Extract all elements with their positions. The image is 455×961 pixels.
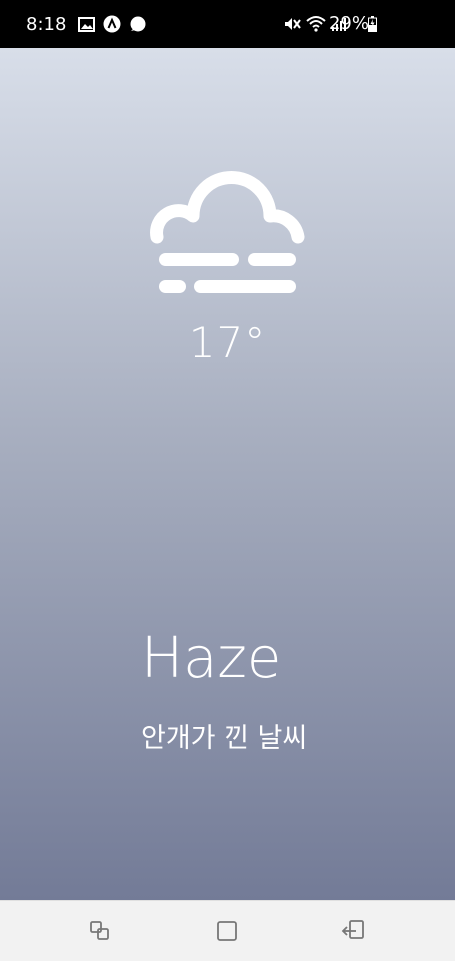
navigation-bar: [0, 900, 455, 961]
home-icon[interactable]: [211, 915, 243, 947]
vpn-icon: [103, 15, 121, 33]
temperature: 17°: [188, 318, 267, 367]
mute-icon: [283, 15, 301, 33]
status-left: 8:18: [26, 0, 146, 48]
recent-apps-icon[interactable]: [84, 915, 116, 947]
haze-cloud-icon: [150, 168, 305, 298]
gallery-icon: [78, 16, 96, 32]
battery-percentage: 29%: [328, 13, 369, 34]
wifi-icon: [306, 15, 326, 33]
weather-condition: Haze: [141, 626, 282, 691]
battery-charging-icon: [368, 0, 377, 48]
status-bar: 8:18 29%: [0, 0, 455, 48]
message-icon: [129, 16, 146, 33]
back-icon[interactable]: [338, 915, 370, 947]
weather-description: 안개가 낀 날씨: [141, 723, 308, 754]
weather-screen: 17° Haze 안개가 낀 날씨: [0, 48, 455, 900]
status-time: 8:18: [26, 13, 67, 35]
